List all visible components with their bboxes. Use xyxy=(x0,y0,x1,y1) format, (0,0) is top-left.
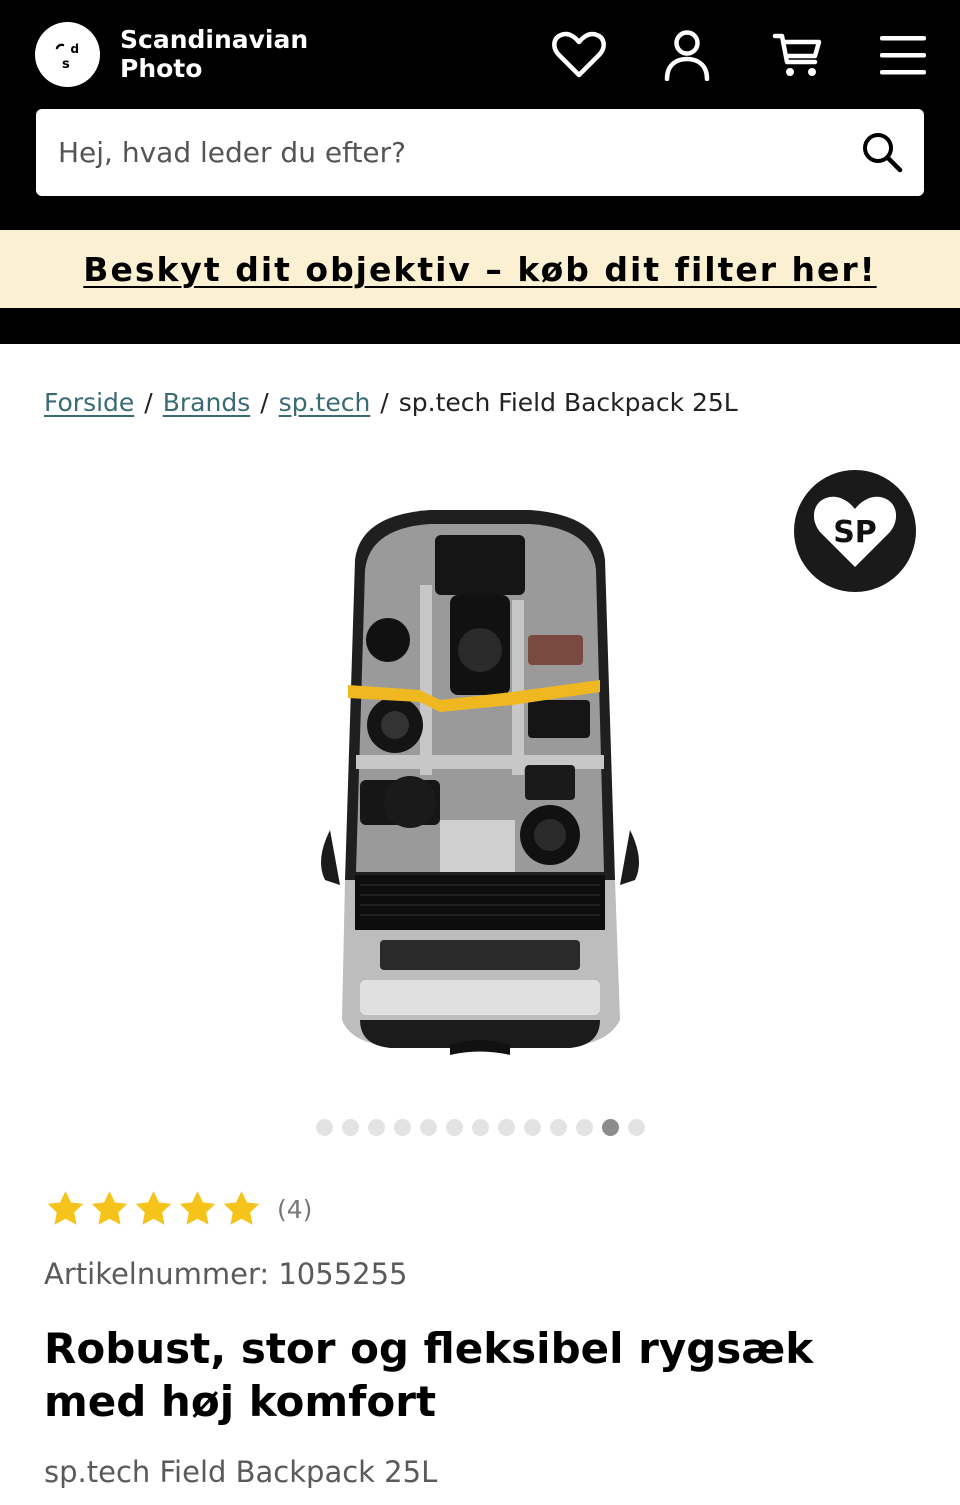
carousel-dot[interactable] xyxy=(471,1119,489,1136)
search-icon xyxy=(863,133,903,173)
breadcrumb: Forside / Brands / sp.tech / sp.tech Field Bac… xyxy=(44,388,738,417)
account-button[interactable] xyxy=(656,24,718,86)
carousel-dot[interactable] xyxy=(497,1119,515,1136)
sp-badge-label: SP xyxy=(833,514,877,550)
brand-name[interactable]: Scandinavian Photo xyxy=(120,25,308,83)
review-count[interactable]: (4) xyxy=(277,1195,312,1224)
article-number: Artikelnummer: 1055255 xyxy=(44,1257,408,1291)
svg-text:p: p xyxy=(70,43,79,57)
breadcrumb-link-sptech[interactable]: sp.tech xyxy=(279,388,371,417)
brand-name-line1: Scandinavian xyxy=(120,25,309,54)
carousel-dot[interactable] xyxy=(549,1119,567,1136)
cart-button[interactable] xyxy=(766,24,828,86)
carousel-dot[interactable] xyxy=(601,1119,619,1136)
carousel-dots xyxy=(0,1119,960,1136)
breadcrumb-current: sp.tech Field Backpack 25L xyxy=(398,388,738,417)
search-input[interactable] xyxy=(36,109,836,196)
star-icon xyxy=(179,1191,216,1225)
carousel-dot[interactable] xyxy=(627,1119,645,1136)
site-header: p s Scandinavian Photo xyxy=(0,0,960,230)
star-icon xyxy=(135,1191,172,1225)
brand-name-line2: Photo xyxy=(120,54,203,83)
star-icon xyxy=(223,1191,260,1225)
product-subtitle: sp.tech Field Backpack 25L xyxy=(44,1455,438,1489)
product-title: Robust, stor og fleksibel rygsæk med høj… xyxy=(44,1324,814,1426)
breadcrumb-link-home[interactable]: Forside xyxy=(44,388,134,417)
carousel-dot[interactable] xyxy=(575,1119,593,1136)
carousel-dot[interactable] xyxy=(393,1119,411,1136)
breadcrumb-link-brands[interactable]: Brands xyxy=(163,388,251,417)
carousel-dot[interactable] xyxy=(523,1119,541,1136)
product-image[interactable] xyxy=(300,500,660,1060)
search-bar xyxy=(36,109,924,196)
hamburger-icon xyxy=(880,36,926,75)
backpack-photo xyxy=(321,510,639,1055)
menu-button[interactable] xyxy=(872,24,934,86)
carousel-dot[interactable] xyxy=(419,1119,437,1136)
star-icon xyxy=(91,1191,128,1225)
carousel-dot[interactable] xyxy=(445,1119,463,1136)
logo[interactable]: p s xyxy=(35,22,100,87)
product-rating[interactable]: (4) xyxy=(44,1188,312,1230)
svg-text:s: s xyxy=(62,57,70,72)
carousel-dot[interactable] xyxy=(341,1119,359,1136)
breadcrumb-separator: / xyxy=(260,388,269,417)
search-button[interactable] xyxy=(852,122,912,182)
carousel-dot[interactable] xyxy=(315,1119,333,1136)
sp-badge: SP xyxy=(794,470,916,592)
logo-mark-icon: p s xyxy=(55,43,79,72)
wishlist-button[interactable] xyxy=(548,24,610,86)
cart-icon xyxy=(772,33,822,76)
rating-stars xyxy=(44,1188,263,1230)
promo-banner: Beskyt dit objektiv – køb dit filter her… xyxy=(0,230,960,308)
carousel-dot[interactable] xyxy=(367,1119,385,1136)
header-divider xyxy=(0,308,960,344)
breadcrumb-separator: / xyxy=(144,388,153,417)
heart-icon xyxy=(552,31,606,78)
user-icon xyxy=(664,30,710,81)
promo-link[interactable]: Beskyt dit objektiv – køb dit filter her… xyxy=(83,250,876,289)
star-icon xyxy=(47,1191,84,1225)
breadcrumb-separator: / xyxy=(380,388,389,417)
